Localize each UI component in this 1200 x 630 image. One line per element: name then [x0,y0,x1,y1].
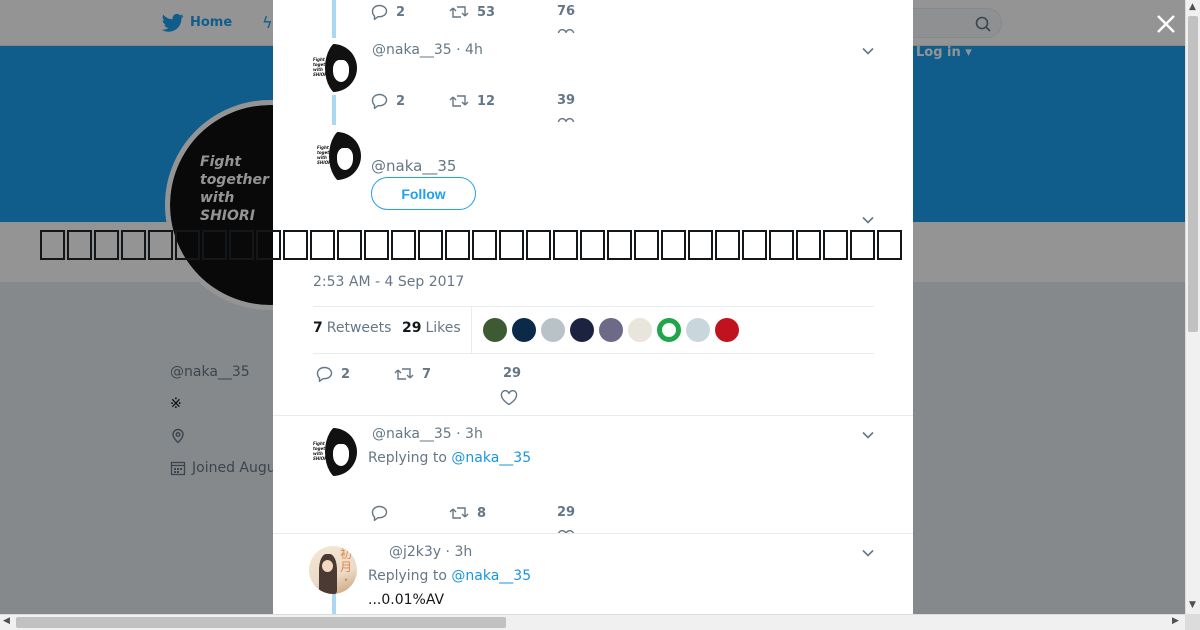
liker-avatar[interactable] [715,318,739,342]
tweet-avatar[interactable]: Fight together with SHIORI [309,428,357,476]
missing-glyph [148,230,173,260]
missing-glyph [67,230,92,260]
liker-avatar[interactable] [541,318,565,342]
missing-glyph [445,230,470,260]
thread-tweet[interactable]: Fight together with SHIORI @naka__35 · 3h R… [273,416,913,534]
tweet-text: ...0.01%AV [368,592,445,608]
missing-glyph [202,230,227,260]
heart-icon[interactable] [500,390,518,406]
missing-glyph [391,230,416,260]
missing-glyph [607,230,632,260]
liker-avatar[interactable] [628,318,652,342]
retweet-button[interactable]: 8 [449,505,486,521]
missing-glyph [553,230,578,260]
thread-tweet[interactable]: 初月・ @j2k3y · 3h Replying to @naka__35 ..… [273,534,913,614]
scroll-right-icon[interactable]: ▶ [1172,616,1179,626]
missing-glyph [580,230,605,260]
missing-glyph [283,230,308,260]
scrollbar-corner [1185,614,1200,630]
chevron-down-icon[interactable] [861,213,875,227]
retweet-icon [394,368,414,380]
focus-tweet-text [40,230,915,260]
replying-to-link[interactable]: @naka__35 [451,568,531,584]
replying-to: Replying to @naka__35 [368,568,532,584]
focus-tweet-timestamp[interactable]: 2:53 AM - 4 Sep 2017 [313,274,464,290]
missing-glyph [796,230,821,260]
like-button[interactable]: 29 [557,505,575,520]
liker-avatar[interactable] [483,318,507,342]
replying-to-link[interactable]: @naka__35 [451,450,531,466]
vertical-scrollbar[interactable]: ▲ ▼ [1185,0,1200,614]
liker-avatar[interactable] [570,318,594,342]
tweet-avatar[interactable]: 初月・ [309,546,357,594]
liker-avatar[interactable] [512,318,536,342]
missing-glyph [472,230,497,260]
missing-glyph [688,230,713,260]
focus-tweet-handle[interactable]: @naka__35 [371,157,456,175]
missing-glyph [661,230,686,260]
follow-button[interactable]: Follow [371,177,476,210]
missing-glyph [229,230,254,260]
tweet-avatar[interactable]: Fight together with SHIORI [313,132,361,180]
missing-glyph [256,230,281,260]
missing-glyph [364,230,389,260]
scroll-up-icon[interactable]: ▲ [1189,2,1196,12]
scroll-left-icon[interactable]: ◀ [3,616,10,626]
reply-icon [316,366,333,382]
reply-icon [371,505,388,521]
missing-glyph [337,230,362,260]
missing-glyph [634,230,659,260]
horizontal-scrollbar[interactable]: ◀ ▶ [0,614,1185,630]
missing-glyph [499,230,524,260]
retweet-icon [449,507,469,519]
chevron-down-icon[interactable] [861,546,875,560]
scrollbar-thumb[interactable] [16,617,506,628]
liker-avatars [483,318,739,342]
stats-divider [471,307,472,353]
retweets-stat[interactable]: 7 Retweets [313,320,391,336]
replying-to: Replying to @naka__35 [368,450,532,466]
reply-button[interactable]: 2 [316,366,350,382]
missing-glyph [310,230,335,260]
scrollbar-thumb[interactable] [1188,16,1198,332]
tweet-handle-time[interactable]: @j2k3y · 3h [389,544,472,560]
missing-glyph [823,230,848,260]
missing-glyph [175,230,200,260]
tweet-handle-time[interactable]: @naka__35 · 3h [372,426,483,442]
likes-stat[interactable]: 29 Likes [402,320,461,336]
missing-glyph [877,230,902,260]
missing-glyph [742,230,767,260]
retweet-button[interactable]: 7 [394,366,431,382]
missing-glyph [850,230,875,260]
close-icon[interactable] [1154,12,1178,36]
liker-avatar[interactable] [686,318,710,342]
scroll-down-icon[interactable]: ▼ [1189,600,1196,610]
missing-glyph [40,230,65,260]
missing-glyph [94,230,119,260]
missing-glyph [526,230,551,260]
missing-glyph [769,230,794,260]
missing-glyph [121,230,146,260]
missing-glyph [715,230,740,260]
reply-button[interactable] [371,505,388,521]
liker-avatar[interactable] [599,318,623,342]
chevron-down-icon[interactable] [861,428,875,442]
tweet-stats: 7 Retweets 29 Likes [313,306,874,354]
missing-glyph [418,230,443,260]
liker-avatar[interactable] [657,318,681,342]
like-button[interactable]: 29 [503,366,521,381]
